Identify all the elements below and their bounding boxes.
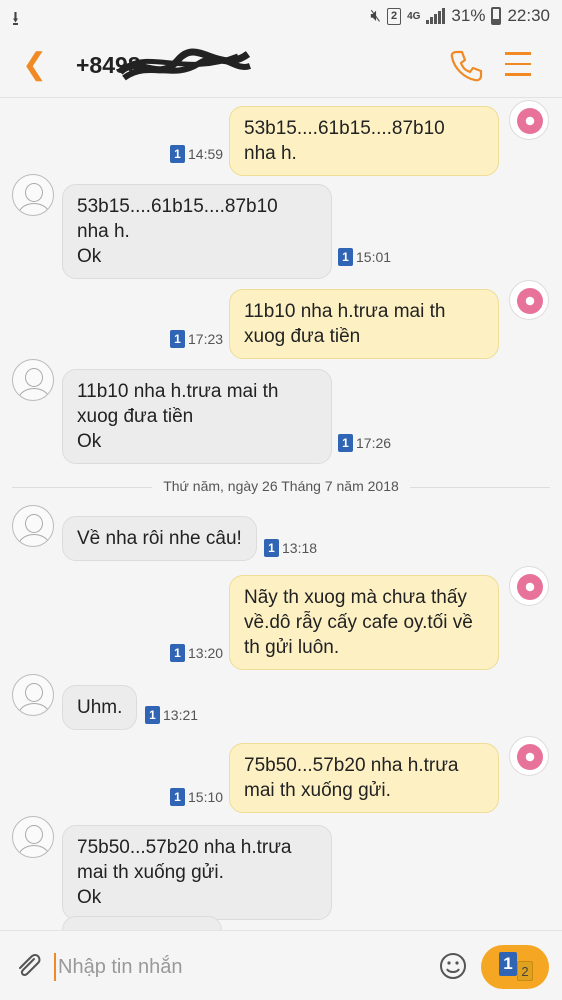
menu-icon[interactable] [505, 52, 531, 78]
redaction-scribble [118, 48, 251, 81]
outgoing-message[interactable]: 53b15....61b15....87b10 nha h. [229, 106, 499, 176]
incoming-message[interactable]: 75b50...57b20 nha h.trưa mai th xuống gử… [62, 825, 332, 920]
message-input[interactable]: Nhập tin nhắn [54, 953, 424, 981]
incoming-message-partial[interactable] [62, 916, 222, 930]
phone-call-icon[interactable] [448, 48, 484, 84]
send-button[interactable]: 1 2 [481, 945, 549, 989]
sim1-icon: 1 [338, 434, 353, 452]
battery-percent: 31% [451, 6, 486, 25]
sim1-icon: 1 [170, 644, 185, 662]
message-meta: 1 13:21 [145, 706, 198, 724]
own-avatar-donut-icon [509, 736, 549, 776]
sim1-icon: 1 [145, 706, 160, 724]
own-avatar-donut-icon [509, 566, 549, 606]
sim1-icon: 1 [170, 788, 185, 806]
own-avatar-donut-icon [509, 280, 549, 320]
incoming-message[interactable]: 11b10 nha h.trưa mai th xuog đưa tiền Ok [62, 369, 332, 464]
message-time: 15:01 [356, 249, 392, 265]
message-list[interactable]: 53b15....61b15....87b10 nha h. 1 14:59 5… [0, 98, 562, 930]
message-meta: 1 14:59 [170, 145, 223, 163]
message-meta: 1 15:10 [170, 788, 223, 806]
message-time: 14:59 [188, 146, 224, 162]
outgoing-message[interactable]: 11b10 nha h.trưa mai th xuog đưa tiền [229, 289, 499, 359]
date-separator: Thứ năm, ngày 26 Tháng 7 năm 2018 [0, 478, 562, 494]
message-meta: 1 15:01 [338, 248, 391, 266]
message-meta: 1 17:26 [338, 434, 391, 452]
download-icon: ⭳ [12, 8, 19, 30]
signal-icon [426, 8, 446, 24]
message-meta: 1 13:20 [170, 644, 223, 662]
sim1-icon: 1 [170, 330, 185, 348]
message-time: 13:21 [163, 707, 199, 723]
sim2-send-icon: 2 [517, 961, 533, 981]
incoming-message[interactable]: 53b15....61b15....87b10 nha h. Ok [62, 184, 332, 279]
contact-avatar-icon[interactable] [12, 505, 54, 547]
battery-icon [491, 7, 502, 25]
own-avatar-donut-icon [509, 100, 549, 140]
message-meta: 1 17:23 [170, 330, 223, 348]
sim1-icon: 1 [338, 248, 353, 266]
contact-avatar-icon[interactable] [12, 674, 54, 716]
emoji-icon[interactable] [438, 951, 468, 981]
incoming-message[interactable]: Uhm. [62, 685, 138, 730]
message-time: 17:23 [188, 331, 224, 347]
outgoing-message[interactable]: 75b50...57b20 nha h.trưa mai th xuống gử… [229, 743, 499, 813]
contact-avatar-icon[interactable] [12, 174, 54, 216]
sim1-send-icon: 1 [499, 952, 517, 976]
message-time: 13:18 [282, 540, 318, 556]
sim-slot-badge: 2 [387, 7, 402, 25]
mute-icon: 🔇︎ [370, 6, 382, 25]
back-arrow-icon[interactable]: ❮ [22, 48, 47, 82]
status-bar: ⭳ 🔇︎ 2 4G 31% 22:30 [0, 0, 562, 34]
message-time: 13:20 [188, 645, 224, 661]
sim1-icon: 1 [170, 145, 185, 163]
outgoing-message[interactable]: Nãy th xuog mà chưa thấy về.dô rẫy cấy c… [229, 575, 499, 670]
contact-avatar-icon[interactable] [12, 816, 54, 858]
sim1-icon: 1 [264, 539, 279, 557]
conversation-header: ❮ +8498 [0, 34, 562, 98]
network-type: 4G [407, 10, 421, 22]
clock: 22:30 [507, 6, 550, 25]
incoming-message[interactable]: Về nha rôi nhe câu! [62, 516, 257, 561]
attachment-paperclip-icon[interactable] [14, 951, 44, 981]
message-time: 17:26 [356, 435, 392, 451]
composer-bar: Nhập tin nhắn 1 2 [0, 930, 562, 1000]
message-meta: 1 13:18 [264, 539, 317, 557]
message-time: 15:10 [188, 789, 224, 805]
contact-avatar-icon[interactable] [12, 359, 54, 401]
